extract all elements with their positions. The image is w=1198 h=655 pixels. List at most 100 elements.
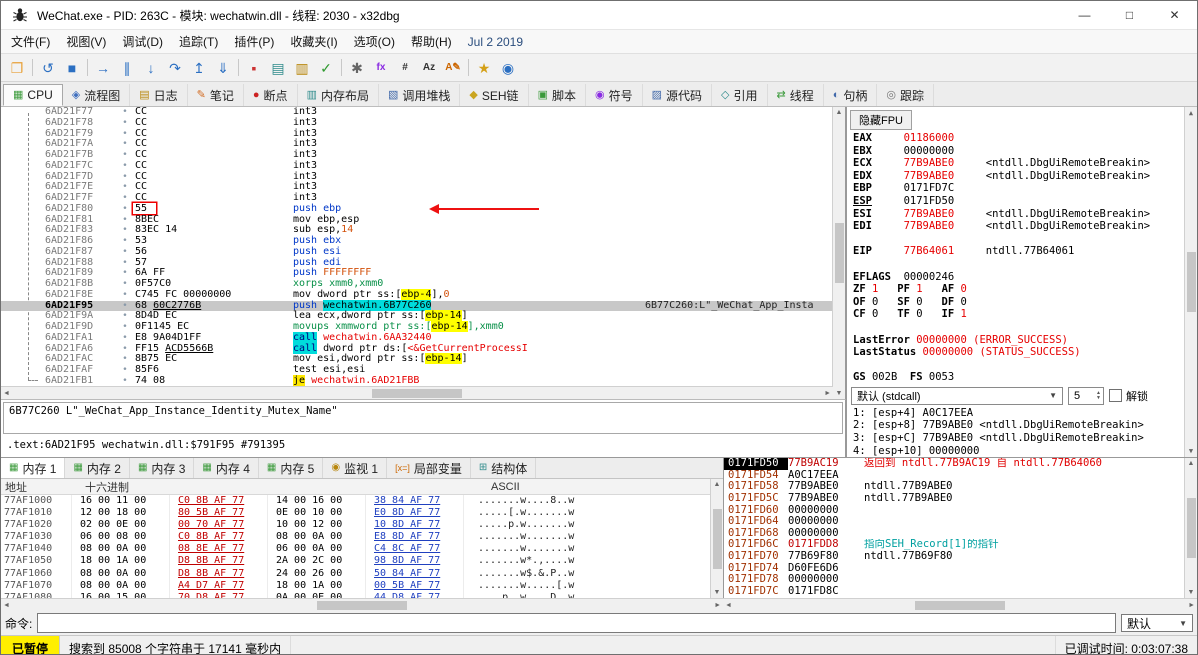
- breakpoint-dot-icon[interactable]: •: [115, 118, 135, 129]
- disasm-row[interactable]: 6AD21F8E • C745 FC 00000000 mov dword ptr s…: [1, 288, 832, 301]
- breakpoint-dot-icon[interactable]: •: [115, 225, 135, 236]
- breakpoint-dot-icon[interactable]: •: [115, 247, 135, 258]
- register-row[interactable]: EFLAGS 00000246: [853, 271, 1184, 284]
- disasm-row[interactable]: 6AD21F86 • 53 push ebx: [1, 235, 832, 247]
- menu-file[interactable]: 文件(F): [3, 32, 58, 52]
- disasm-row[interactable]: 6AD21F79 • CC int3: [1, 128, 832, 140]
- scroll-right-icon[interactable]: ►: [1188, 602, 1195, 609]
- assembler-button[interactable]: fx: [369, 56, 393, 79]
- minimize-button[interactable]: —: [1062, 1, 1107, 29]
- argument-count-spinner[interactable]: 5 ▲ ▼: [1068, 386, 1104, 405]
- dump-row[interactable]: 77AF1040 08 00 0A 00 08 8E AF 77 06 00 0A 0…: [1, 543, 710, 556]
- breakpoint-dot-icon[interactable]: •: [115, 182, 135, 193]
- memory-map-button[interactable]: ▤: [266, 56, 290, 79]
- register-row[interactable]: [853, 359, 1184, 372]
- tab-trace[interactable]: ◎ 跟踪: [877, 84, 935, 106]
- dump-row[interactable]: 77AF1020 02 00 0E 00 00 70 AF 77 10 00 12 0…: [1, 519, 710, 532]
- menu-help[interactable]: 帮助(H): [403, 32, 460, 52]
- scroll-right-icon[interactable]: ►: [714, 602, 721, 609]
- disasm-row[interactable]: 6AD21F78 • CC int3: [1, 117, 832, 129]
- pause-button[interactable]: ∥: [115, 56, 139, 79]
- scroll-left-icon[interactable]: ◄: [725, 602, 732, 609]
- scroll-up-icon[interactable]: ▲: [836, 109, 843, 116]
- dump-row[interactable]: 77AF1030 06 00 08 00 C0 8B AF 77 08 00 0A 0…: [1, 531, 710, 544]
- breakpoint-dot-icon[interactable]: •: [115, 236, 135, 247]
- open-file-button[interactable]: ❐: [5, 56, 29, 79]
- scroll-down-icon[interactable]: ▼: [836, 390, 843, 397]
- register-row[interactable]: CF 0 TF 0 IF 1: [853, 308, 1184, 321]
- tab-notes[interactable]: ✎ 笔记: [188, 84, 244, 106]
- menu-plugins[interactable]: 插件(P): [226, 32, 282, 52]
- command-input[interactable]: [37, 613, 1116, 633]
- command-profile-select[interactable]: 默认 ▼: [1121, 614, 1193, 632]
- breakpoint-dot-icon[interactable]: •: [115, 161, 135, 172]
- close-button[interactable]: ■: [60, 56, 84, 79]
- scrollbar-thumb[interactable]: [712, 508, 722, 569]
- scroll-down-icon[interactable]: ▼: [714, 589, 721, 596]
- breakpoint-dot-icon[interactable]: •: [115, 204, 135, 215]
- dump-row[interactable]: 77AF1010 12 00 18 00 80 5B AF 77 0E 00 10 0…: [1, 507, 710, 520]
- scroll-up-icon[interactable]: ▲: [714, 481, 721, 488]
- register-row[interactable]: GS 002B FS 0053: [853, 371, 1184, 384]
- breakpoint-dot-icon[interactable]: •: [115, 150, 135, 161]
- tab-seh-chain[interactable]: ◆ SEH链: [460, 84, 529, 106]
- run-to-user-code-button[interactable]: ⇓: [211, 56, 235, 79]
- register-row[interactable]: EIP 77B64061 ntdll.77B64061: [853, 245, 1184, 258]
- disassembly-vscrollbar[interactable]: ▲ ▼: [832, 107, 845, 399]
- tab-dump-4[interactable]: ▦ 内存 4: [194, 458, 259, 478]
- breakpoint-dot-icon[interactable]: •: [115, 193, 135, 204]
- dump-row[interactable]: 77AF1070 08 00 0A 00 A4 D7 AF 77 18 00 1A 0…: [1, 579, 710, 592]
- call-argument-row[interactable]: 3: [esp+C] 77B9ABE0 <ntdll.DbgUiRemoteBr…: [853, 432, 1197, 445]
- register-row[interactable]: [853, 258, 1184, 271]
- breakpoint-dot-icon[interactable]: •: [115, 311, 135, 322]
- breakpoint-dot-icon[interactable]: •: [115, 215, 135, 226]
- breakpoint-dot-icon[interactable]: •: [115, 139, 135, 150]
- scroll-down-icon[interactable]: ▼: [1189, 447, 1193, 455]
- breakpoint-dot-icon[interactable]: •: [115, 290, 135, 301]
- register-row[interactable]: EDI 77B9ABE0 <ntdll.DbgUiRemoteBreakin>: [853, 220, 1184, 233]
- disasm-row[interactable]: 6AD21F7B • CC int3: [1, 149, 832, 161]
- patch-bytes-button[interactable]: #: [393, 56, 417, 79]
- tab-handles[interactable]: ◐ 句柄: [824, 84, 878, 106]
- strings-button[interactable]: Az: [417, 56, 441, 79]
- breakpoint-dot-icon[interactable]: •: [115, 107, 135, 118]
- breakpoint-dot-icon[interactable]: •: [115, 322, 135, 333]
- breakpoint-dot-icon[interactable]: •: [115, 172, 135, 183]
- disasm-row[interactable]: 6AD21F89 • 6A FF push FFFFFFFF: [1, 267, 832, 279]
- register-row[interactable]: [853, 321, 1184, 334]
- disasm-row[interactable]: 6AD21F81 • 8BEC mov ebp,esp: [1, 214, 832, 226]
- register-row[interactable]: ECX 77B9ABE0 <ntdll.DbgUiRemoteBreakin>: [853, 157, 1184, 170]
- register-row[interactable]: EBX 00000000: [853, 145, 1184, 158]
- disasm-row[interactable]: 6AD21F88 • 57 push edi: [1, 257, 832, 269]
- stop-button[interactable]: ▪: [242, 56, 266, 79]
- step-over-button[interactable]: ↷: [163, 56, 187, 79]
- patches-button[interactable]: ✓: [314, 56, 338, 79]
- log-window-button[interactable]: ▥: [290, 56, 314, 79]
- stack-hscrollbar[interactable]: ◄ ►: [723, 598, 1197, 611]
- hide-fpu-button[interactable]: 隐藏FPU: [850, 110, 912, 130]
- unlock-checkbox[interactable]: [1109, 389, 1122, 403]
- register-row[interactable]: OF 0 SF 0 DF 0: [853, 296, 1184, 309]
- tab-symbols[interactable]: ◉ 符号: [586, 84, 643, 106]
- disasm-row[interactable]: 6AD21F77 • CC int3: [1, 107, 832, 118]
- register-row[interactable]: [853, 233, 1184, 246]
- maximize-button[interactable]: □: [1107, 1, 1152, 29]
- disasm-row[interactable]: 6AD21FB1 • 74 08 je wechatwin.6AD21FBB: [1, 374, 832, 386]
- tab-dump-3[interactable]: ▦ 内存 3: [130, 458, 195, 478]
- breakpoint-dot-icon[interactable]: •: [115, 301, 135, 312]
- edit-labels-button[interactable]: A✎: [441, 56, 465, 79]
- breakpoint-dot-icon[interactable]: •: [115, 333, 135, 344]
- scroll-down-icon[interactable]: ▼: [1188, 589, 1195, 596]
- disasm-row[interactable]: 6AD21F83 • 83EC 14 sub esp,14: [1, 224, 832, 236]
- scroll-left-icon[interactable]: ◄: [3, 602, 10, 609]
- close-button[interactable]: ✕: [1152, 1, 1197, 29]
- register-row[interactable]: ESI 77B9ABE0 <ntdll.DbgUiRemoteBreakin>: [853, 208, 1184, 221]
- stack-row[interactable]: 0171FD50 77B9AC19 返回到 ntdll.77B9AC19 自 ntd…: [724, 458, 1184, 470]
- menu-view[interactable]: 视图(V): [58, 32, 114, 52]
- disasm-row[interactable]: 6AD21F7F • CC int3: [1, 192, 832, 204]
- dump-row[interactable]: 77AF1050 18 00 1A 00 D8 8B AF 77 2A 00 2C 0…: [1, 555, 710, 568]
- run-button[interactable]: →: [91, 56, 115, 79]
- register-row[interactable]: ZF 1 PF 1 AF 0: [853, 283, 1184, 296]
- tab-locals[interactable]: [x=] 局部变量: [387, 458, 471, 478]
- stack-vscrollbar[interactable]: ▲ ▼: [1184, 458, 1197, 598]
